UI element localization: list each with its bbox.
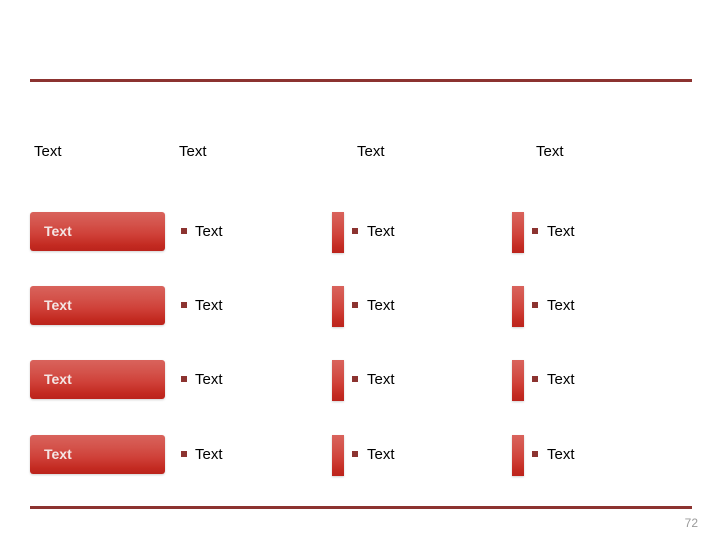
row-2-col-4-text: Text [547,297,575,314]
top-divider-rule [30,79,692,82]
page-number: 72 [684,516,698,530]
row-4-col-4-accent-bar [512,435,524,476]
row-4-col-3-accent-bar [332,435,344,476]
row-3-col-3-accent-bar [332,360,344,401]
slide-canvas: Text Text Text Text Text Text Text Text … [0,0,720,540]
square-bullet-icon [181,302,187,308]
square-bullet-icon [532,451,538,457]
row-4-col-2-text: Text [195,446,223,463]
row-2-col-3-text: Text [367,297,395,314]
row-4-pill-label: Text [44,446,72,462]
row-2-col-2-text: Text [195,297,223,314]
row-2-pill-button[interactable]: Text [30,286,165,325]
row-1-pill-button[interactable]: Text [30,212,165,251]
row-2-pill-label: Text [44,297,72,313]
table-row: Text Text Text Text [0,433,720,489]
row-4-pill-button[interactable]: Text [30,435,165,474]
square-bullet-icon [181,451,187,457]
square-bullet-icon [181,228,187,234]
row-1-col-4-text: Text [547,223,575,240]
square-bullet-icon [352,228,358,234]
square-bullet-icon [352,302,358,308]
row-3-col-3-text: Text [367,371,395,388]
row-3-col-4-accent-bar [512,360,524,401]
column-header-3: Text [357,143,385,160]
square-bullet-icon [181,376,187,382]
row-2-col-3-accent-bar [332,286,344,327]
column-header-row: Text Text Text Text [0,140,720,164]
column-header-1: Text [34,143,62,160]
row-1-col-2-text: Text [195,223,223,240]
square-bullet-icon [532,302,538,308]
square-bullet-icon [352,376,358,382]
column-header-2: Text [179,143,207,160]
bottom-divider-rule [30,506,692,509]
square-bullet-icon [532,376,538,382]
square-bullet-icon [352,451,358,457]
row-1-col-4-accent-bar [512,212,524,253]
row-1-pill-label: Text [44,223,72,239]
table-row: Text Text Text Text [0,284,720,340]
column-header-4: Text [536,143,564,160]
row-1-col-3-text: Text [367,223,395,240]
row-4-col-3-text: Text [367,446,395,463]
square-bullet-icon [532,228,538,234]
row-4-col-4-text: Text [547,446,575,463]
row-3-col-2-text: Text [195,371,223,388]
row-2-col-4-accent-bar [512,286,524,327]
row-3-pill-button[interactable]: Text [30,360,165,399]
table-row: Text Text Text Text [0,210,720,266]
table-row: Text Text Text Text [0,358,720,414]
row-3-col-4-text: Text [547,371,575,388]
row-3-pill-label: Text [44,371,72,387]
row-1-col-3-accent-bar [332,212,344,253]
